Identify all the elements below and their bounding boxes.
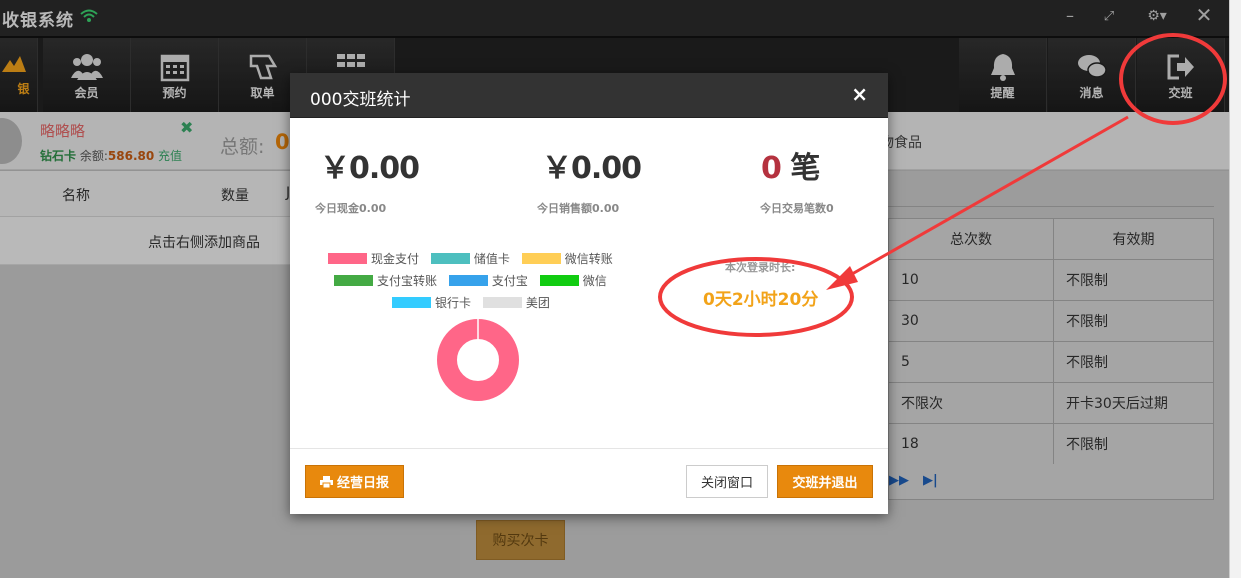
legend-swatch [539,275,579,286]
legend-label: 银行卡 [435,296,472,310]
legend-label: 支付宝转账 [377,274,438,288]
legend-label: 美团 [525,296,550,310]
handover-exit-button[interactable]: 交班并退出 [777,465,873,498]
legend-label: 支付宝 [491,274,528,288]
stat-cash-label: 今日现金0.00 [315,202,387,215]
modal-header: 000交班统计 × [290,73,888,118]
legend-swatch [334,275,373,286]
legend-label: 微信 [582,274,607,288]
legend-swatch [430,253,470,264]
modal-title: 000交班统计 [310,90,411,110]
daily-report-button[interactable]: 经营日报 [305,465,404,498]
legend-item[interactable]: 微信 [539,272,607,289]
handover-modal: 000交班统计 × ￥0.00 今日现金0.00 ￥0.00 今日销售额0.00… [290,73,888,514]
legend-label: 现金支付 [371,252,420,266]
login-duration-label: 本次登录时长: [725,261,796,274]
stat-sales-value: ￥0.00 [542,151,642,186]
legend-swatch [392,297,431,308]
legend-label: 微信转账 [564,252,613,266]
legend-item[interactable]: 储值卡 [430,250,510,267]
modal-close-icon[interactable]: × [851,82,868,106]
legend-item[interactable]: 支付宝 [448,272,528,289]
modal-footer: 经营日报 关闭窗口 交班并退出 [290,448,888,514]
legend-item[interactable]: 银行卡 [392,294,471,311]
printer-icon [319,475,333,488]
payment-donut-chart [437,318,519,401]
legend-label: 储值卡 [473,252,510,266]
stat-sales-label: 今日销售额0.00 [537,202,620,215]
legend-swatch [328,253,367,264]
legend-item[interactable]: 现金支付 [328,250,419,267]
legend-swatch [482,297,522,308]
legend-swatch [521,253,561,264]
legend-item[interactable]: 支付宝转账 [334,272,437,289]
browser-edge [1229,0,1241,578]
stat-cash-value: ￥0.00 [320,151,420,186]
login-duration-value: 0天2小时20分 [703,290,819,310]
stat-count-label: 今日交易笔数0 [760,202,834,215]
legend-item[interactable]: 美团 [482,294,550,311]
close-window-button[interactable]: 关闭窗口 [686,465,768,498]
legend-item[interactable]: 微信转账 [521,250,613,267]
legend-swatch [448,275,488,286]
stat-count-value: 0 笔 [761,151,820,186]
